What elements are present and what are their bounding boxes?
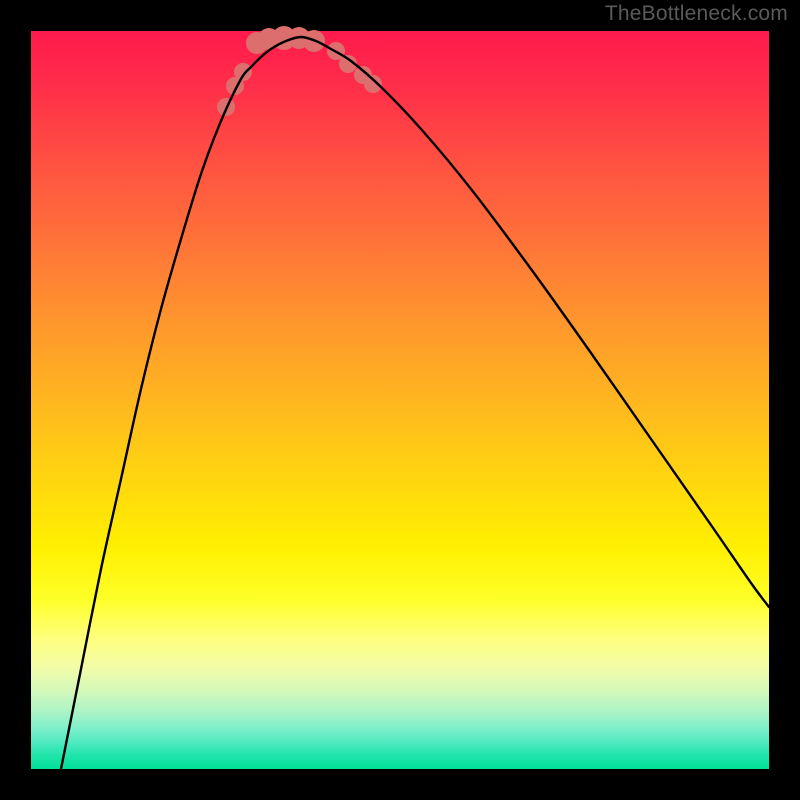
- bottleneck-curve: [61, 37, 769, 769]
- watermark-text: TheBottleneck.com: [605, 2, 788, 26]
- chart-stage: TheBottleneck.com: [0, 0, 800, 800]
- curve-svg: [31, 31, 769, 769]
- plot-area: [31, 31, 769, 769]
